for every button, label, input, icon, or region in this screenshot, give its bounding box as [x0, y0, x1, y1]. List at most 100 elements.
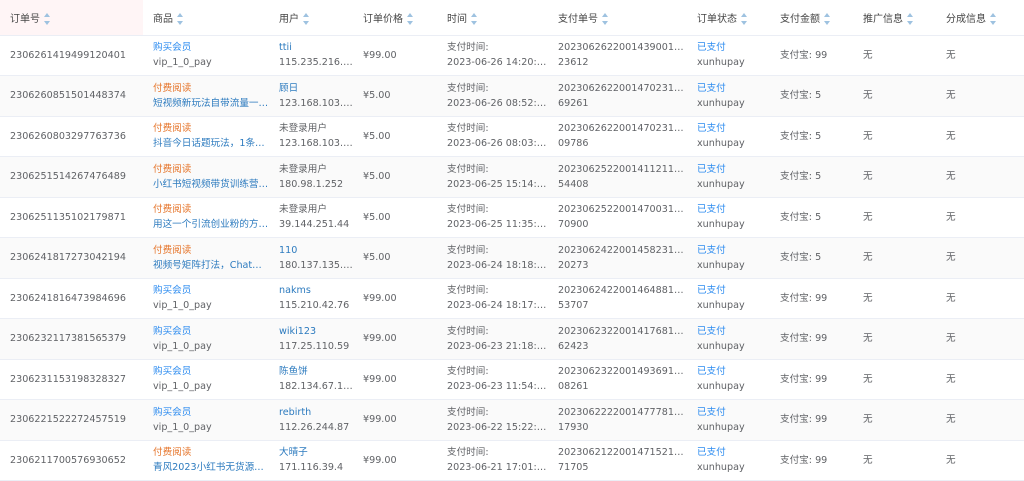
- cell-share-info: 无: [936, 237, 1024, 279]
- sort-caret-icon[interactable]: [741, 12, 748, 25]
- product-type-link[interactable]: 购买会员: [153, 364, 269, 379]
- product-type-link[interactable]: 购买会员: [153, 405, 269, 420]
- column-header-user[interactable]: 用户: [269, 0, 353, 36]
- product-type-link[interactable]: 购买会员: [153, 40, 269, 55]
- table-row[interactable]: 2306241816473984696 购买会员 vip_1_0_pay nakms 1…: [0, 278, 1024, 319]
- table-row[interactable]: 2306261419499120401 购买会员 vip_1_0_pay ttii 11…: [0, 35, 1024, 76]
- table-row[interactable]: 2306251135102179871 付费阅读 用这一个引流创业粉的方法... 未登…: [0, 197, 1024, 238]
- user-name[interactable]: 110: [279, 243, 353, 258]
- pay-number-line1: 2023062522001411211402 3: [558, 163, 687, 175]
- table-row[interactable]: 2306260803297763736 付费阅读 抖音今日话题玩法，1条作... 未登…: [0, 116, 1024, 157]
- cell-order-no: 2306241817273042194: [0, 237, 143, 279]
- column-header-order-price[interactable]: 订单价格: [353, 0, 437, 36]
- table-row[interactable]: 2306211700576930652 付费阅读青风2023小红书无货源电商...…: [0, 440, 1024, 481]
- user-name[interactable]: wiki123: [279, 324, 353, 339]
- cell-promo-info: 无: [853, 116, 936, 157]
- sort-caret-icon[interactable]: [602, 12, 609, 25]
- column-header-label: 时间: [447, 13, 467, 25]
- user-ip: 123.168.103.122: [279, 138, 353, 150]
- promo-info: 无: [863, 130, 873, 142]
- sort-caret-icon[interactable]: [303, 12, 310, 25]
- share-info: 无: [946, 90, 956, 102]
- sort-caret-icon[interactable]: [177, 12, 184, 25]
- user-name[interactable]: nakms: [279, 283, 353, 298]
- cell-user: 大晴子 171.116.39.4: [269, 440, 353, 481]
- sort-caret-icon[interactable]: [44, 12, 51, 25]
- cell-pay-amount: 支付宝: 99: [770, 318, 853, 360]
- product-type-link[interactable]: 付费阅读: [153, 81, 269, 96]
- cell-order-status: 已支付 xunhupay: [687, 399, 770, 441]
- cell-pay-no: 2023062322001417681435 6 62423: [548, 318, 687, 360]
- column-header-time[interactable]: 时间: [437, 0, 548, 36]
- cell-product: 购买会员 vip_1_0_pay: [143, 35, 269, 76]
- user-ip: 117.25.110.59: [279, 340, 350, 352]
- pay-time-value: 2023-06-24 18:18:21: [447, 259, 548, 271]
- product-name[interactable]: 视频号矩阵打法，ChatGPT...: [153, 258, 269, 273]
- cell-pay-amount: 支付宝: 99: [770, 35, 853, 76]
- sort-caret-icon[interactable]: [407, 12, 414, 25]
- order-price: ¥99.00: [363, 414, 397, 426]
- order-number: 2306232117381565379: [10, 333, 126, 345]
- status-paid: 已支付: [697, 285, 726, 297]
- column-header-pay-no[interactable]: 支付单号: [548, 0, 687, 36]
- sort-caret-icon[interactable]: [990, 12, 997, 25]
- product-name[interactable]: 小红书短视频带货训练营线...: [153, 177, 269, 192]
- cell-order-price: ¥5.00: [353, 197, 437, 238]
- user-name[interactable]: 大晴子: [279, 445, 353, 460]
- product-type-link[interactable]: 付费阅读: [153, 162, 269, 177]
- product-name[interactable]: 短视频新玩法自带流量一单...: [153, 96, 269, 111]
- cell-user: wiki123 117.25.110.59: [269, 318, 353, 360]
- product-name[interactable]: 用这一个引流创业粉的方法...: [153, 217, 269, 232]
- product-type-link[interactable]: 付费阅读: [153, 243, 269, 258]
- table-row[interactable]: 2306260851501448374 付费阅读 短视频新玩法自带流量一单... 顾日…: [0, 75, 1024, 117]
- table-row[interactable]: 2306231153198328327 购买会员 vip_1_0_pay 陈鱼饼 182…: [0, 359, 1024, 400]
- orders-table: 订单号 商品 用户 订单价格 时间 支付单号 订单状态 支付金额 推广信息 分成信息 230626…: [0, 0, 1024, 481]
- sort-caret-icon[interactable]: [907, 12, 914, 25]
- cell-share-info: 无: [936, 35, 1024, 76]
- sort-caret-icon[interactable]: [824, 12, 831, 25]
- user-ip: 112.26.244.87: [279, 421, 350, 433]
- pay-amount: 支付宝: 5: [780, 90, 822, 102]
- sort-caret-icon[interactable]: [471, 12, 478, 25]
- user-name[interactable]: rebirth: [279, 405, 353, 420]
- promo-info: 无: [863, 252, 873, 264]
- cell-order-no: 2306251514267476489: [0, 156, 143, 198]
- table-row[interactable]: 2306221522272457519 购买会员 vip_1_0_pay rebirt…: [0, 399, 1024, 441]
- product-name[interactable]: 青风2023小红书无货源电商...: [153, 460, 269, 475]
- product-type-link[interactable]: 付费阅读: [153, 445, 269, 460]
- cell-order-status: 已支付 xunhupay: [687, 116, 770, 157]
- user-name[interactable]: 陈鱼饼: [279, 364, 353, 379]
- order-price: ¥99.00: [363, 292, 397, 304]
- column-header-promo-info[interactable]: 推广信息: [853, 0, 936, 36]
- column-header-order-status[interactable]: 订单状态: [687, 0, 770, 36]
- user-name[interactable]: ttii: [279, 40, 353, 55]
- column-header-order-no[interactable]: 订单号: [0, 0, 143, 36]
- pay-number-line2: 53707: [558, 300, 589, 312]
- promo-info: 无: [863, 414, 873, 426]
- pay-channel: xunhupay: [697, 219, 745, 231]
- cell-product: 付费阅读青风2023小红书无货源电商...: [143, 440, 269, 481]
- column-header-product[interactable]: 商品: [143, 0, 269, 36]
- product-type-link[interactable]: 购买会员: [153, 324, 269, 339]
- product-type-link[interactable]: 付费阅读: [153, 121, 269, 136]
- share-info: 无: [946, 252, 956, 264]
- cell-product: 购买会员 vip_1_0_pay: [143, 318, 269, 360]
- cell-pay-amount: 支付宝: 99: [770, 278, 853, 319]
- share-info: 无: [946, 373, 956, 385]
- promo-info: 无: [863, 49, 873, 61]
- cell-time: 支付时间: 2023-06-26 14:20:02: [437, 35, 548, 76]
- promo-info: 无: [863, 171, 873, 183]
- product-name[interactable]: 抖音今日话题玩法，1条作...: [153, 136, 269, 151]
- cell-pay-no: 2023062422001458231453 2 20273: [548, 237, 687, 279]
- product-type-link[interactable]: 购买会员: [153, 283, 269, 298]
- cell-pay-amount: 支付宝: 5: [770, 75, 853, 117]
- column-header-pay-amount[interactable]: 支付金额: [770, 0, 853, 36]
- pay-number-line1: 2023062622001439001414 4: [558, 42, 687, 54]
- order-number: 2306231153198328327: [10, 373, 126, 385]
- product-type-link[interactable]: 付费阅读: [153, 202, 269, 217]
- table-row[interactable]: 2306251514267476489 付费阅读 小红书短视频带货训练营线... 未登…: [0, 156, 1024, 198]
- table-row[interactable]: 2306232117381565379 购买会员 vip_1_0_pay wiki12…: [0, 318, 1024, 360]
- user-name[interactable]: 顾日: [279, 81, 353, 96]
- column-header-share-info[interactable]: 分成信息: [936, 0, 1024, 36]
- table-row[interactable]: 2306241817273042194 付费阅读 视频号矩阵打法，ChatGPT..…: [0, 237, 1024, 279]
